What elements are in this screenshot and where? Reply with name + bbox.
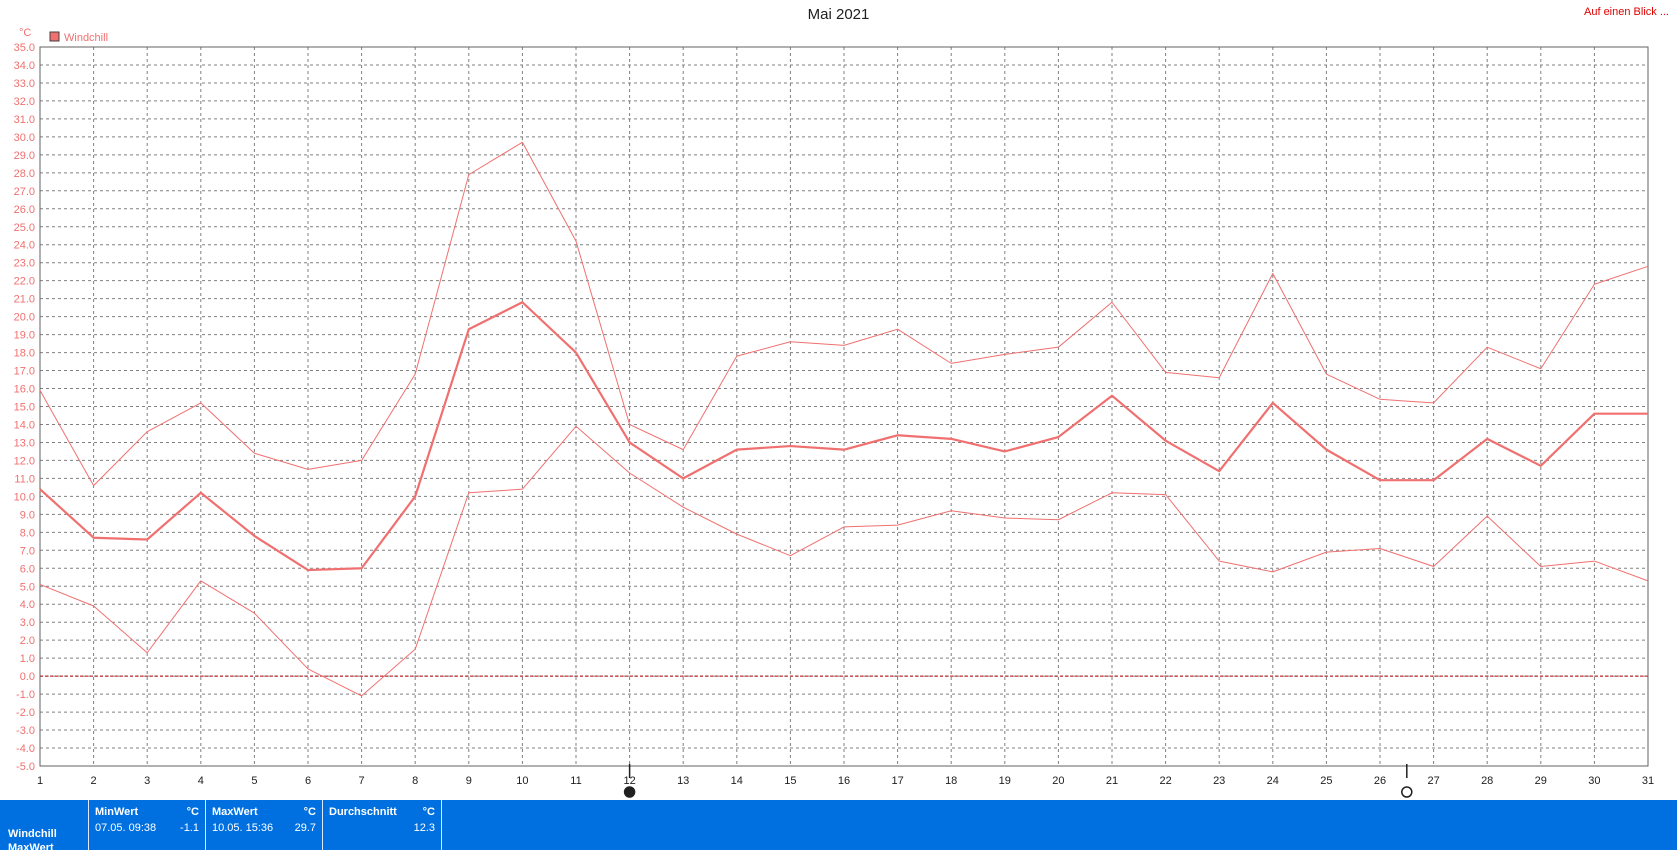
x-tick-label: 18 — [945, 775, 957, 787]
y-tick-label: 13.0 — [14, 437, 35, 449]
y-tick-label: -3.0 — [16, 725, 35, 737]
min-time: 07.05. 09:38 — [95, 822, 157, 834]
y-tick-label: 30.0 — [14, 132, 35, 144]
y-tick-label: 31.0 — [14, 114, 35, 126]
y-tick-label: 29.0 — [14, 150, 35, 162]
y-tick-label: 5.0 — [20, 581, 35, 593]
max-header: MaxWert — [212, 806, 258, 818]
x-tick-label: 2 — [91, 775, 97, 787]
x-tick-label: 24 — [1267, 775, 1279, 787]
full-moon-icon — [1401, 786, 1413, 798]
max-unit: °C — [303, 806, 316, 818]
y-tick-label: 34.0 — [14, 60, 35, 72]
x-tick-label: 20 — [1052, 775, 1064, 787]
y-tick-label: 16.0 — [14, 384, 35, 396]
x-tick-label: 22 — [1159, 775, 1171, 787]
x-tick-label: 11 — [570, 775, 581, 787]
y-tick-label: 24.0 — [14, 240, 35, 252]
y-tick-label: -1.0 — [16, 689, 35, 701]
y-tick-label: 18.0 — [14, 348, 35, 360]
y-tick-label: 32.0 — [14, 96, 35, 108]
y-tick-label: 14.0 — [14, 419, 35, 431]
y-tick-label: 0.0 — [20, 671, 35, 683]
x-tick-label: 19 — [999, 775, 1011, 787]
x-tick-label: 28 — [1481, 775, 1493, 787]
stats-bar: Windchill MaxWert MinWert °C 07.05. 09:3… — [0, 800, 1677, 854]
min-header: MinWert — [95, 806, 139, 818]
y-axis-unit: °C — [19, 27, 31, 39]
legend-label: Windchill — [64, 32, 108, 44]
y-tick-label: 25.0 — [14, 222, 35, 234]
y-tick-label: 20.0 — [14, 312, 35, 324]
max-value: 29.7 — [294, 822, 316, 834]
new-moon-icon — [623, 786, 636, 798]
legend: Windchill — [49, 31, 108, 44]
y-tick-label: 2.0 — [20, 635, 35, 647]
y-tick-label: 3.0 — [20, 617, 35, 629]
avg-unit: °C — [422, 806, 435, 818]
y-tick-label: -5.0 — [16, 761, 35, 773]
y-tick-label: 10.0 — [14, 491, 35, 503]
x-tick-label: 30 — [1588, 775, 1600, 787]
avg-value: 12.3 — [413, 822, 435, 834]
legend-swatch — [49, 31, 60, 42]
max-stat-box: MaxWert °C 10.05. 15:36 29.7 — [205, 800, 323, 850]
y-tick-label: 26.0 — [14, 204, 35, 216]
y-tick-label: 35.0 — [14, 42, 35, 54]
y-tick-label: 33.0 — [14, 78, 35, 90]
y-tick-label: 27.0 — [14, 186, 35, 198]
avg-stat-box: Durchschnitt °C 12.3 — [322, 800, 442, 850]
y-tick-label: 12.0 — [14, 455, 35, 467]
x-tick-label: 1 — [37, 775, 43, 787]
y-tick-label: 11.0 — [14, 473, 35, 485]
max-time: 10.05. 15:36 — [212, 822, 274, 834]
y-tick-label: 9.0 — [20, 509, 35, 521]
x-tick-label: 15 — [784, 775, 796, 787]
y-tick-label: -4.0 — [16, 743, 35, 755]
min-value: -1.1 — [180, 822, 199, 834]
y-tick-label: 1.0 — [20, 653, 35, 665]
x-tick-label: 5 — [251, 775, 257, 787]
y-tick-label: 15.0 — [14, 402, 35, 414]
x-tick-label: 27 — [1427, 775, 1439, 787]
grid — [39, 46, 1649, 767]
stats-row-label: MaxWert — [8, 842, 54, 854]
x-tick-label: 6 — [305, 775, 311, 787]
x-tick-label: 25 — [1320, 775, 1332, 787]
y-tick-label: 23.0 — [14, 258, 35, 270]
x-tick-label: 9 — [466, 775, 472, 787]
y-tick-label: 6.0 — [20, 563, 35, 575]
min-unit: °C — [186, 806, 199, 818]
y-tick-label: -2.0 — [16, 707, 35, 719]
x-tick-label: 16 — [838, 775, 850, 787]
x-tick-label: 14 — [731, 775, 743, 787]
y-tick-label: 8.0 — [20, 527, 35, 539]
x-tick-label: 23 — [1213, 775, 1225, 787]
y-tick-label: 21.0 — [14, 294, 35, 306]
x-tick-label: 7 — [359, 775, 365, 787]
x-tick-label: 13 — [677, 775, 689, 787]
x-tick-label: 8 — [412, 775, 418, 787]
x-tick-label: 17 — [891, 775, 903, 787]
avg-header: Durchschnitt — [329, 806, 397, 818]
x-tick-label: 21 — [1106, 775, 1118, 787]
y-tick-label: 28.0 — [14, 168, 35, 180]
stats-row-label: Windchill — [8, 828, 57, 840]
y-tick-label: 4.0 — [20, 599, 35, 611]
x-tick-label: 3 — [144, 775, 150, 787]
min-stat-box: MinWert °C 07.05. 09:38 -1.1 — [88, 800, 206, 850]
y-tick-label: 22.0 — [14, 276, 35, 288]
y-tick-label: 17.0 — [14, 366, 35, 378]
x-tick-label: 29 — [1535, 775, 1547, 787]
x-tick-label: 10 — [516, 775, 528, 787]
x-tick-label: 26 — [1374, 775, 1386, 787]
x-tick-label: 4 — [198, 775, 204, 787]
y-tick-label: 7.0 — [20, 545, 35, 557]
x-tick-label: 31 — [1642, 775, 1654, 787]
chart: -5.0 -4.0 -3.0 -2.0 -1.0 0.0 1.0 2.0 3.0 4.0 5.0 6.… — [14, 27, 1654, 798]
y-tick-label: 19.0 — [14, 330, 35, 342]
